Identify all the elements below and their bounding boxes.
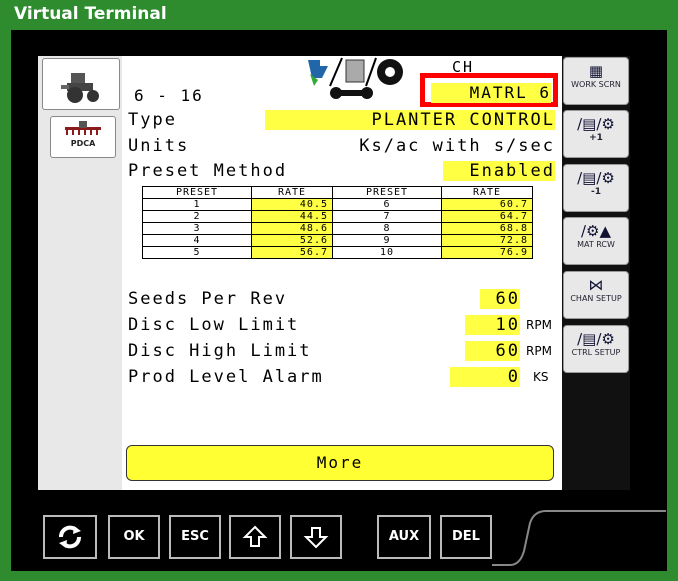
preset-rate[interactable]: 64.7 (441, 210, 533, 223)
type-value[interactable]: PLANTER CONTROL (265, 110, 555, 130)
pdca-label: PDCA (70, 139, 96, 148)
work-screen-label: WORK SCRN (571, 80, 621, 89)
channel-setup-button[interactable]: ⋈ CHAN SETUP (563, 271, 629, 319)
preset-table-header: PRESET RATE PRESET RATE (142, 186, 533, 199)
preset-number: 2 (142, 210, 252, 223)
material-minus-icon: ∕▤∕⚙ (577, 169, 615, 187)
channel-setup-icon: ⋈ (588, 276, 604, 294)
material-row-icon: ∕⚙▲ (580, 222, 612, 240)
channel-setup-label: CHAN SETUP (570, 294, 622, 303)
preset-number: 5 (142, 246, 252, 259)
preset-number: 7 (332, 210, 442, 223)
tractor-icon (61, 73, 99, 103)
title-bar: Virtual Terminal (0, 0, 678, 30)
material-row-label: MAT RCW (577, 240, 615, 249)
units-label: Units (128, 136, 190, 156)
page-number: 6 - 16 (134, 86, 204, 105)
work-screen-button[interactable]: ▦ WORK SCRN (563, 57, 629, 105)
del-button[interactable]: DEL (440, 515, 492, 559)
preset-rate[interactable]: 48.6 (251, 222, 333, 235)
preset-rate[interactable]: 68.8 (441, 222, 533, 235)
preset-number: 10 (332, 246, 442, 259)
planter-control-icon (308, 57, 403, 99)
control-setup-button[interactable]: ∕▤∕⚙ CTRL SETUP (563, 325, 629, 373)
material-plus-button[interactable]: ∕▤∕⚙ +1 (563, 110, 629, 158)
preset-method-value[interactable]: Enabled (443, 161, 555, 181)
header-preset-2: PRESET (332, 186, 442, 199)
table-row: 4 52.6 9 72.8 (142, 234, 533, 247)
preset-number: 1 (142, 198, 252, 211)
material-plus-icon: ∕▤∕⚙ (577, 115, 615, 133)
seeds-per-rev-label: Seeds Per Rev (128, 289, 288, 309)
prod-level-alarm-label: Prod Level Alarm (128, 367, 324, 387)
up-arrow-icon (242, 525, 268, 547)
tractor-tab[interactable] (42, 58, 120, 110)
disc-low-limit-unit: RPM (526, 318, 552, 332)
table-row: 1 40.5 6 60.7 (142, 198, 533, 211)
window-title: Virtual Terminal (14, 4, 167, 24)
preset-number: 9 (332, 234, 442, 247)
disc-low-limit-label: Disc Low Limit (128, 315, 300, 335)
bottom-bar-divider (492, 510, 666, 566)
header-rate-2: RATE (441, 186, 533, 199)
seeds-per-rev-value[interactable]: 60 (480, 289, 520, 309)
material-value: MATRL 6 (431, 83, 551, 103)
material-plus-label: +1 (589, 133, 603, 143)
preset-number: 3 (142, 222, 252, 235)
table-row: 3 48.6 8 68.8 (142, 222, 533, 235)
disc-high-limit-unit: RPM (526, 344, 552, 358)
material-minus-button[interactable]: ∕▤∕⚙ -1 (563, 164, 629, 212)
down-arrow-icon (303, 527, 329, 549)
units-value[interactable]: Ks/ac with s/sec (280, 136, 555, 156)
refresh-icon (59, 525, 81, 549)
header-rate-1: RATE (251, 186, 333, 199)
disc-high-limit-value[interactable]: 60 (465, 341, 520, 361)
type-label: Type (128, 110, 177, 130)
preset-number: 6 (332, 198, 442, 211)
aux-button[interactable]: AUX (377, 515, 431, 559)
table-row: 5 56.7 10 76.9 (142, 246, 533, 259)
up-button[interactable] (229, 515, 281, 559)
disc-high-limit-label: Disc High Limit (128, 341, 312, 361)
control-setup-icon: ∕▤∕⚙ (577, 330, 615, 348)
preset-rate[interactable]: 60.7 (441, 198, 533, 211)
preset-rate[interactable]: 44.5 (251, 210, 333, 223)
work-screen-icon: ▦ (588, 62, 604, 80)
table-row: 2 44.5 7 64.7 (142, 210, 533, 223)
ok-button[interactable]: OK (108, 515, 160, 559)
preset-rate[interactable]: 56.7 (251, 246, 333, 259)
preset-table: PRESET RATE PRESET RATE 1 40.5 6 60.7 2 … (142, 186, 533, 259)
preset-rate[interactable]: 40.5 (251, 198, 333, 211)
prod-level-alarm-value[interactable]: 0 (450, 367, 520, 387)
material-selector[interactable]: MATRL 6 (420, 73, 558, 107)
disc-low-limit-value[interactable]: 10 (465, 315, 520, 335)
control-setup-label: CTRL SETUP (571, 348, 621, 357)
down-button[interactable] (290, 515, 342, 559)
material-minus-label: -1 (591, 187, 601, 197)
header-preset-1: PRESET (142, 186, 252, 199)
preset-number: 4 (142, 234, 252, 247)
material-row-button[interactable]: ∕⚙▲ MAT RCW (563, 217, 629, 265)
preset-number: 8 (332, 222, 442, 235)
preset-rate[interactable]: 52.6 (251, 234, 333, 247)
pdca-tab[interactable]: PDCA (50, 116, 116, 158)
more-button[interactable]: More (126, 445, 554, 481)
refresh-button[interactable] (43, 515, 97, 559)
prod-level-alarm-unit: KS (533, 370, 549, 384)
preset-rate[interactable]: 76.9 (441, 246, 533, 259)
esc-button[interactable]: ESC (169, 515, 221, 559)
preset-rate[interactable]: 72.8 (441, 234, 533, 247)
preset-method-label: Preset Method (128, 161, 288, 181)
